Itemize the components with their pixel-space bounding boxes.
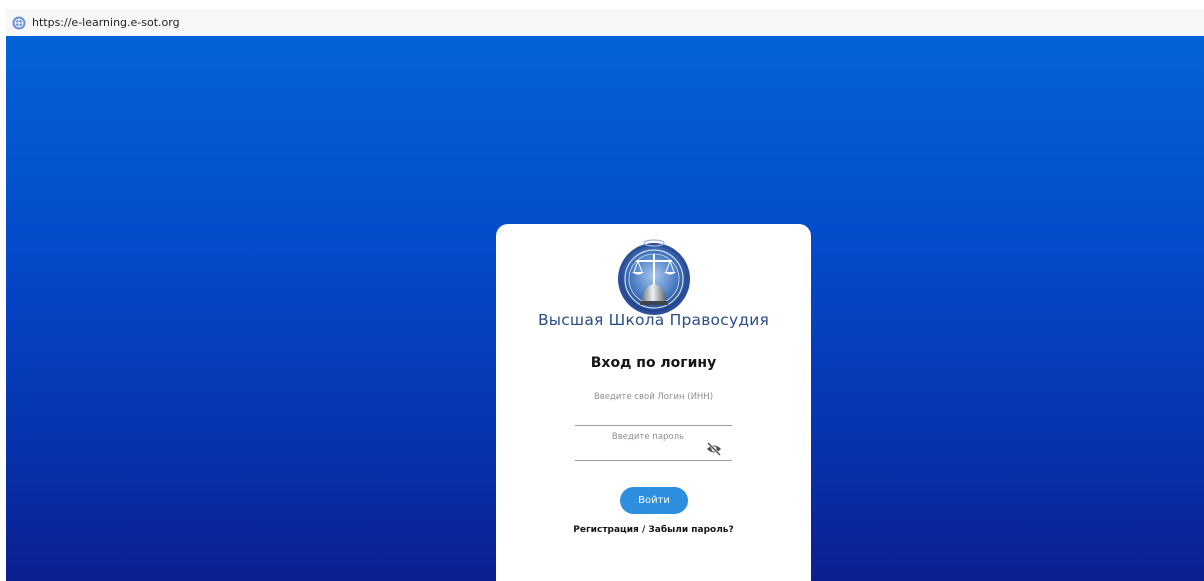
login-placeholder: Введите свой Логин (ИНН) <box>593 392 714 402</box>
auth-links: Регистрация / Забыли пароль? <box>496 525 811 535</box>
globe-icon <box>12 16 26 29</box>
register-link[interactable]: Регистрация <box>573 525 639 535</box>
link-separator: / <box>638 525 649 535</box>
scales-of-justice-emblem <box>618 239 690 315</box>
forgot-password-link[interactable]: Забыли пароль? <box>648 525 733 535</box>
password-placeholder: Введите пароль <box>611 432 685 442</box>
login-title: Вход по логину <box>590 355 717 371</box>
address-bar[interactable]: https://e-learning.e-sot.org <box>6 9 1204 36</box>
login-card: Высшая Школа Правосудия Вход по логину В… <box>496 224 811 581</box>
login-field[interactable]: Введите свой Логин (ИНН) <box>575 386 732 426</box>
login-button[interactable]: Войти <box>620 487 688 514</box>
page: https://e-learning.e-sot.org Высшая Школ… <box>0 0 1204 581</box>
organization-name: Высшая Школа Правосудия <box>537 311 770 329</box>
eye-slash-icon[interactable] <box>706 442 722 456</box>
password-field[interactable]: Введите пароль <box>575 426 732 461</box>
url-text[interactable]: https://e-learning.e-sot.org <box>32 16 180 29</box>
